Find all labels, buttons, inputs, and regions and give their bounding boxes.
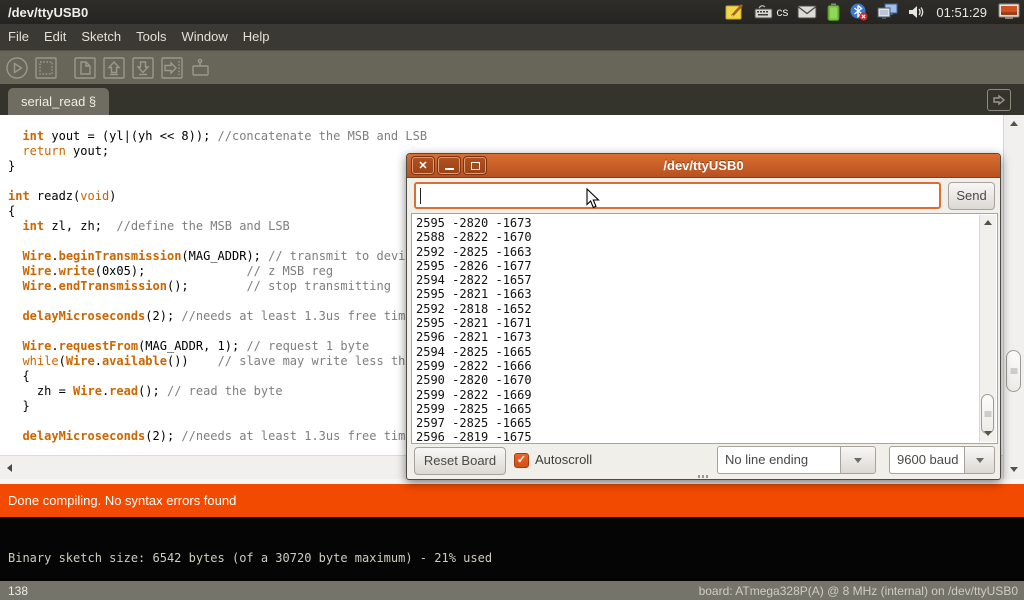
desktop-screen: /dev/ttyUSB0 cs 01:5 <box>0 0 1024 600</box>
editor-vertical-scrollbar[interactable] <box>1003 115 1024 479</box>
chevron-down-icon <box>854 458 862 463</box>
serial-data-line: 2596 -2819 -1675 <box>416 430 997 444</box>
maximize-icon[interactable] <box>464 157 486 174</box>
board-info: board: ATmega328P(A) @ 8 MHz (internal) … <box>699 584 1024 598</box>
console-output-text: Binary sketch size: 6542 bytes (of a 307… <box>8 551 492 565</box>
menu-window[interactable]: Window <box>181 24 227 50</box>
serial-data-line: 2599 -2822 -1666 <box>416 359 997 373</box>
serial-data-line: 2590 -2820 -1670 <box>416 373 997 387</box>
serial-data-line: 2588 -2822 -1670 <box>416 230 997 244</box>
scroll-up-icon[interactable] <box>984 220 992 225</box>
volume-icon[interactable] <box>908 4 925 20</box>
focused-window-title: /dev/ttyUSB0 <box>0 5 88 20</box>
network-icon[interactable] <box>877 3 899 21</box>
top-panel: /dev/ttyUSB0 cs 01:5 <box>0 0 1024 24</box>
serial-data-line: 2599 -2825 -1665 <box>416 402 997 416</box>
serial-output-area[interactable]: 2595 -2820 -16732588 -2822 -16702592 -28… <box>411 213 998 444</box>
editor-vscroll-thumb[interactable] <box>1006 350 1021 392</box>
serial-vertical-scrollbar[interactable] <box>979 215 996 442</box>
window-resize-grip[interactable] <box>698 475 710 478</box>
baud-rate-select[interactable]: 9600 baud <box>889 446 964 474</box>
serial-data-line: 2594 -2825 -1665 <box>416 345 997 359</box>
line-ending-dropdown-button[interactable] <box>840 446 876 474</box>
serial-data-line: 2595 -2826 -1677 <box>416 259 997 273</box>
serial-data-line: 2595 -2821 -1663 <box>416 287 997 301</box>
chevron-down-icon <box>976 458 984 463</box>
menu-edit[interactable]: Edit <box>44 24 66 50</box>
line-number-indicator: 138 <box>0 584 28 598</box>
upload-button[interactable] <box>160 56 184 80</box>
serial-data-line: 2592 -2818 -1652 <box>416 302 997 316</box>
save-button[interactable] <box>131 56 155 80</box>
serial-vscroll-thumb[interactable] <box>981 394 994 434</box>
thumb-grip <box>984 412 991 417</box>
scroll-down-icon[interactable] <box>1010 467 1018 472</box>
menu-tools[interactable]: Tools <box>136 24 166 50</box>
system-tray: cs 01:51:29 <box>725 3 1024 21</box>
scroll-left-icon[interactable] <box>7 464 12 472</box>
autoscroll-checkbox[interactable]: ✓ <box>514 453 529 468</box>
minimize-icon[interactable] <box>438 157 460 174</box>
stop-button[interactable] <box>34 56 58 80</box>
toolbar <box>0 50 1024 84</box>
verify-button[interactable] <box>5 56 29 80</box>
scroll-down-icon[interactable] <box>984 431 992 436</box>
text-caret <box>420 188 421 204</box>
notes-icon[interactable] <box>725 3 745 21</box>
baud-rate-dropdown-button[interactable] <box>964 446 995 474</box>
keyboard-layout-label: cs <box>776 5 788 19</box>
menu-help[interactable]: Help <box>243 24 270 50</box>
mouse-cursor <box>586 188 600 214</box>
open-button[interactable] <box>102 56 126 80</box>
code-line: int yout = (yl|(yh << 8)); //concatenate… <box>8 129 1003 144</box>
serial-window-titlebar[interactable]: /dev/ttyUSB0 ✕ <box>407 154 1000 178</box>
serial-output-text: 2595 -2820 -16732588 -2822 -16702592 -28… <box>412 214 997 444</box>
menu-sketch[interactable]: Sketch <box>81 24 121 50</box>
thumb-grip <box>1010 369 1017 374</box>
ide-status-bar: 138 board: ATmega328P(A) @ 8 MHz (intern… <box>0 581 1024 600</box>
keyboard-layout-icon[interactable]: cs <box>754 4 788 20</box>
serial-input[interactable] <box>414 182 941 209</box>
serial-data-line: 2595 -2821 -1671 <box>416 316 997 330</box>
serial-data-line: 2599 -2822 -1669 <box>416 388 997 402</box>
serial-window-title: /dev/ttyUSB0 <box>407 154 1000 178</box>
line-ending-select[interactable]: No line ending <box>717 446 840 474</box>
tab-serial-read[interactable]: serial_read § <box>8 88 109 115</box>
scroll-up-icon[interactable] <box>1010 121 1018 126</box>
compile-status-bar: Done compiling. No syntax errors found <box>0 484 1024 517</box>
tab-bar: serial_read § <box>0 84 1024 115</box>
serial-monitor-button[interactable] <box>189 56 213 80</box>
serial-data-line: 2597 -2825 -1665 <box>416 416 997 430</box>
serial-data-line: 2592 -2825 -1663 <box>416 245 997 259</box>
console-output-area: Binary sketch size: 6542 bytes (of a 307… <box>0 517 1024 581</box>
battery-icon[interactable] <box>826 3 841 21</box>
session-monitor-icon[interactable] <box>998 3 1020 21</box>
tab-menu-button[interactable] <box>987 89 1011 111</box>
serial-data-line: 2596 -2821 -1673 <box>416 330 997 344</box>
menubar: File Edit Sketch Tools Window Help <box>0 24 1024 50</box>
serial-data-line: 2595 -2820 -1673 <box>416 216 997 230</box>
reset-board-button[interactable]: Reset Board <box>414 447 506 475</box>
autoscroll-label: Autoscroll <box>535 452 592 467</box>
send-button[interactable]: Send <box>948 182 995 210</box>
close-icon[interactable]: ✕ <box>412 157 434 174</box>
mail-icon[interactable] <box>797 5 817 19</box>
serial-data-line: 2594 -2822 -1657 <box>416 273 997 287</box>
bluetooth-icon[interactable] <box>850 3 868 21</box>
serial-monitor-window: /dev/ttyUSB0 ✕ Send 2595 -2820 -16732588… <box>406 153 1001 480</box>
new-sketch-button[interactable] <box>73 56 97 80</box>
menu-file[interactable]: File <box>8 24 29 50</box>
clock[interactable]: 01:51:29 <box>936 5 987 20</box>
